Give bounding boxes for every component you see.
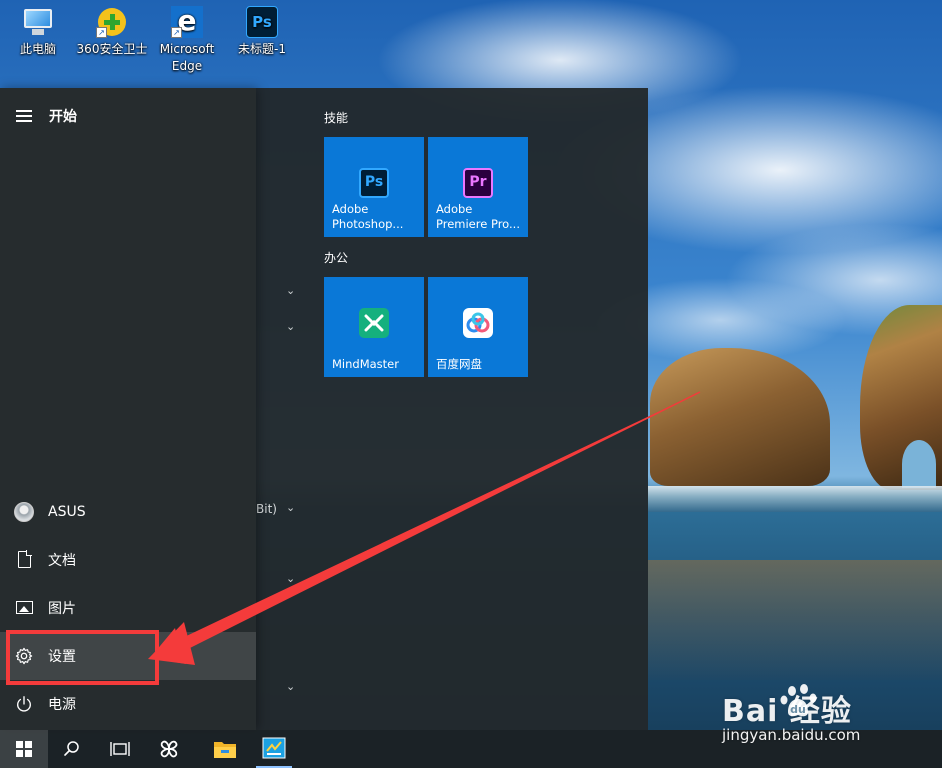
start-item-label: ASUS	[48, 504, 86, 520]
start-item-documents[interactable]: 文档	[0, 536, 256, 584]
360-security-icon: ↗	[96, 6, 128, 38]
desktop-icon-untitled-psd[interactable]: Ps 未标题-1	[224, 6, 300, 58]
desktop-icon-label: 此电脑	[19, 42, 56, 56]
baidu-paw-icon: du	[780, 684, 817, 717]
windows-logo-icon	[16, 741, 32, 757]
tile-label: Adobe Premiere Pro...	[436, 202, 520, 231]
shortcut-arrow-icon: ↗	[96, 27, 107, 38]
tile-mindmaster[interactable]: MindMaster	[324, 277, 424, 377]
watermark-url: jingyan.baidu.com	[722, 726, 861, 744]
start-item-user-account[interactable]: ASUS	[0, 488, 256, 536]
pinwheel-app-icon	[160, 740, 178, 758]
chevron-down-icon[interactable]: ⌄	[286, 680, 295, 693]
computer-icon	[22, 6, 54, 38]
wallpaper-reflection	[648, 560, 942, 680]
chevron-down-icon[interactable]: ⌄	[286, 572, 295, 585]
search-icon	[64, 741, 79, 756]
start-menu-header: 开始	[0, 104, 256, 128]
task-view-icon	[110, 742, 130, 756]
tile-group-title: 技能	[324, 111, 349, 125]
start-menu-title: 开始	[49, 109, 77, 125]
app-list-fragment: Bit)	[256, 502, 277, 516]
user-avatar-icon	[14, 502, 34, 522]
start-item-pictures[interactable]: 图片	[0, 584, 256, 632]
desktop-icon-label: Microsoft Edge	[159, 42, 215, 73]
chevron-down-icon[interactable]: ⌄	[286, 320, 295, 333]
wallpaper-shoreline	[648, 486, 942, 512]
desktop-icon-360[interactable]: ↗ 360安全卫士	[74, 6, 150, 58]
tile-photoshop[interactable]: Ps Adobe Photoshop...	[324, 137, 424, 237]
start-item-power[interactable]: 电源	[0, 680, 256, 728]
desktop-icon-this-pc[interactable]: 此电脑	[0, 6, 76, 58]
photoshop-file-icon: Ps	[246, 6, 278, 38]
desktop-icon-label: 360安全卫士	[76, 42, 148, 56]
tile-group-title: 办公	[324, 251, 349, 265]
folder-icon	[214, 742, 236, 758]
premiere-icon: Pr	[463, 168, 493, 198]
shortcut-arrow-icon: ↗	[171, 27, 182, 38]
chevron-down-icon[interactable]: ⌄	[286, 501, 295, 514]
document-icon	[18, 550, 32, 568]
taskbar-file-explorer[interactable]	[200, 730, 248, 768]
start-item-label: 文档	[48, 553, 76, 569]
power-icon	[17, 696, 31, 712]
start-item-label: 电源	[48, 697, 76, 713]
chevron-down-icon[interactable]: ⌄	[286, 284, 295, 297]
edge-icon: e ↗	[171, 4, 203, 38]
tile-premiere[interactable]: Pr Adobe Premiere Pro...	[428, 137, 528, 237]
start-item-label: 图片	[48, 601, 76, 617]
hamburger-menu-icon[interactable]	[16, 110, 32, 122]
tile-label: Adobe Photoshop...	[332, 202, 404, 231]
photoshop-icon: Ps	[359, 168, 389, 198]
pictures-icon	[16, 601, 33, 614]
svg-text:du: du	[790, 703, 806, 716]
baidu-jingyan-watermark: Bai 经验 du jingyan.baidu.com	[722, 684, 932, 756]
task-view-button[interactable]	[96, 730, 144, 768]
wallpaper-rock-arch	[902, 440, 936, 488]
taskbar-search-button[interactable]	[48, 730, 96, 768]
taskbar-pinwheel-app[interactable]	[144, 730, 192, 768]
tile-baidu-netdisk[interactable]: 百度网盘	[428, 277, 528, 377]
desktop-icon-label: 未标题-1	[238, 42, 286, 56]
annotation-highlight-box	[6, 630, 159, 685]
baidu-netdisk-icon	[463, 308, 493, 338]
taskbar-active-app[interactable]	[250, 730, 298, 768]
mindmaster-icon	[359, 308, 389, 338]
start-button[interactable]	[0, 730, 48, 768]
tile-label: 百度网盘	[436, 357, 482, 371]
tile-label: MindMaster	[332, 357, 399, 371]
active-app-icon	[262, 737, 286, 759]
desktop-icon-edge[interactable]: e ↗ Microsoft Edge	[149, 4, 225, 75]
